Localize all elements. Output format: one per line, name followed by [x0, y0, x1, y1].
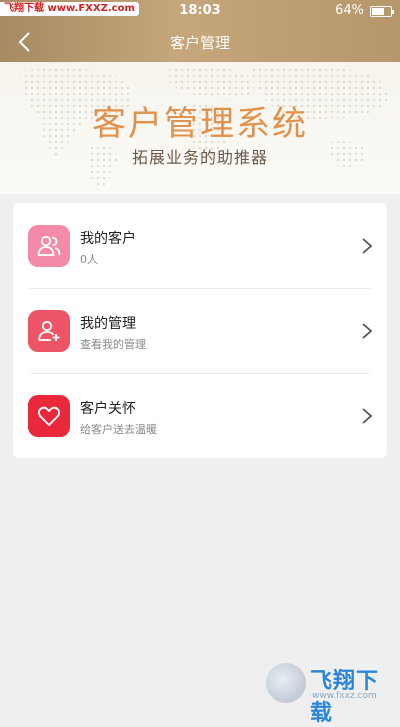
add-user-icon: [28, 310, 70, 352]
status-bar: 飞翔下载 www.FXXZ.com 18:03 64%: [0, 0, 400, 22]
menu-card: 我的客户 0人 我的管理 查看我的管理 客户关怀 给客户送去温暖: [13, 203, 387, 458]
menu-item-my-management[interactable]: 我的管理 查看我的管理: [13, 288, 387, 373]
chevron-right-icon: [362, 238, 373, 254]
page-title: 客户管理: [169, 34, 230, 52]
site-logo-watermark: 飞翔下载 www.fxxz.com: [266, 661, 400, 726]
logo-url: www.fxxz.com: [312, 691, 377, 701]
users-icon: [28, 225, 70, 267]
menu-item-my-customers[interactable]: 我的客户 0人: [13, 203, 387, 288]
menu-item-title: 我的管理: [80, 316, 136, 332]
menu-item-customer-care[interactable]: 客户关怀 给客户送去温暖: [13, 373, 387, 458]
menu-item-title: 我的客户: [80, 231, 136, 247]
banner: 客户管理系统 拓展业务的助推器: [0, 62, 400, 194]
top-bar: 飞翔下载 www.FXXZ.com 18:03 64% 客户管理: [0, 0, 400, 62]
banner-title: 客户管理系统: [92, 104, 308, 144]
chevron-right-icon: [362, 323, 373, 339]
battery-percentage: 64%: [335, 3, 364, 18]
menu-item-subtitle: 查看我的管理: [80, 338, 146, 351]
heart-icon: [28, 395, 70, 437]
chevron-right-icon: [362, 408, 373, 424]
menu-item-subtitle: 0人: [80, 253, 98, 266]
logo-icon: [266, 663, 306, 703]
banner-subtitle: 拓展业务的助推器: [131, 148, 268, 167]
navigation-bar: 客户管理: [0, 22, 400, 62]
battery-icon: [370, 6, 394, 17]
menu-item-subtitle: 给客户送去温暖: [80, 423, 157, 436]
menu-item-title: 客户关怀: [80, 401, 136, 417]
